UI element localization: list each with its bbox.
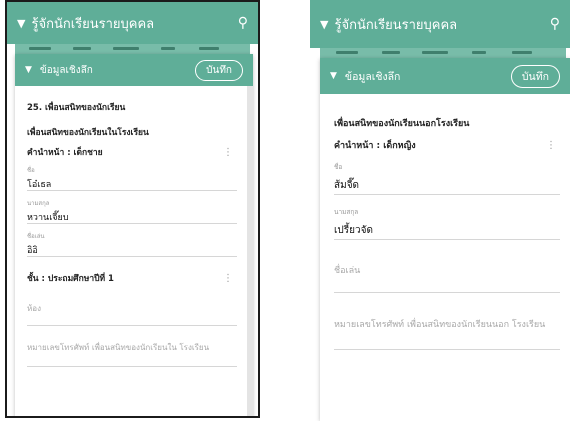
right-phone-screen: ▼ รู้จักนักเรียนรายบุคคล ⚲ ▼ ข้อมูลเชิงล… <box>310 0 570 421</box>
app-bar: ▼ รู้จักนักเรียนรายบุคคล ⚲ <box>7 2 258 44</box>
kebab-icon[interactable]: ⋮ <box>542 140 560 151</box>
last-name-field[interactable]: นามสกุล เปรี้ยวจัด <box>334 207 560 240</box>
left-phone-screen: ▼ รู้จักนักเรียนรายบุคคล ⚲ ▼ ข้อมูลเชิงล… <box>5 0 260 418</box>
phone-field[interactable]: หมายเลขโทรศัพท์ เพื่อนสนิทของนักเรียนใน … <box>27 342 237 367</box>
kebab-icon[interactable]: ⋮ <box>219 273 237 284</box>
first-name-label: ชื่อ <box>334 163 343 171</box>
nickname-field[interactable]: ชื่อเล่น <box>334 266 560 293</box>
card-header: ▼ ข้อมูลเชิงลึก บันทึก <box>320 58 570 94</box>
last-name-label: นามสกุล <box>27 200 50 207</box>
room-field[interactable]: ห้อง <box>27 303 237 326</box>
collapsed-section-strip <box>15 44 250 54</box>
card-title: ข้อมูลเชิงลึก <box>344 70 401 83</box>
prefix-label: คำนำหน้า : เด็กชาย <box>27 148 103 158</box>
app-title: รู้จักนักเรียนรายบุคคล <box>334 17 458 33</box>
section-title: 25. เพื่อนสนิทของนักเรียน <box>27 103 126 113</box>
chevron-down-icon[interactable]: ▼ <box>25 65 32 75</box>
card-header: ▼ ข้อมูลเชิงลึก บันทึก <box>15 54 253 86</box>
first-name-label: ชื่อ <box>27 167 35 174</box>
app-title: รู้จักนักเรียนรายบุคคล <box>31 16 155 32</box>
prefix-row[interactable]: คำนำหน้า : เด็กหญิง ⋮ <box>334 138 560 152</box>
save-button[interactable]: บันทึก <box>510 64 560 88</box>
prefix-label: คำนำหน้า : เด็กหญิง <box>334 141 416 151</box>
grade-row[interactable]: ชั้น : ประถมศึกษาปีที่ 1 ⋮ <box>27 271 237 285</box>
chevron-down-icon[interactable]: ▼ <box>17 17 25 30</box>
nickname-field[interactable]: ชื่อเล่น อิอิ <box>27 231 237 257</box>
grade-label: ชั้น : ประถมศึกษาปีที่ 1 <box>27 274 114 284</box>
insight-card: ▼ ข้อมูลเชิงลึก บันทึก 25. เพื่อนสนิทของ… <box>15 54 253 416</box>
first-name-field[interactable]: ชื่อ โอ๋เธล <box>27 165 237 191</box>
search-icon[interactable]: ⚲ <box>550 16 560 32</box>
last-name-label: นามสกุล <box>334 208 359 216</box>
insight-card: ▼ ข้อมูลเชิงลึก บันทึก เพื่อนสนิทของนักเ… <box>320 58 570 421</box>
collapsed-section-strip <box>320 48 566 58</box>
last-name-field[interactable]: นามสกุล หวานเจี๊ยบ <box>27 198 237 224</box>
phone-field[interactable]: หมายเลขโทรศัพท์ เพื่อนสนิทของนักเรียนนอก… <box>334 319 560 350</box>
subsection-title: เพื่อนสนิทของนักเรียนนอกโรงเรียน <box>334 119 470 129</box>
search-icon[interactable]: ⚲ <box>238 15 248 31</box>
save-button[interactable]: บันทึก <box>195 59 243 81</box>
first-name-field[interactable]: ชื่อ ส้มจี๊ด <box>334 162 560 195</box>
phone-placeholder: หมายเลขโทรศัพท์ เพื่อนสนิทของนักเรียนนอก… <box>334 320 546 330</box>
chevron-down-icon[interactable]: ▼ <box>330 71 337 81</box>
nickname-placeholder: ชื่อเล่น <box>334 266 361 276</box>
subsection-title: เพื่อนสนิทของนักเรียนในโรงเรียน <box>27 128 149 138</box>
app-bar: ▼ รู้จักนักเรียนรายบุคคล ⚲ <box>310 0 570 48</box>
last-name-value: เปรี้ยวจัด <box>334 225 373 236</box>
phone-placeholder: หมายเลขโทรศัพท์ เพื่อนสนิทของนักเรียนใน … <box>27 343 210 352</box>
first-name-value: ส้มจี๊ด <box>334 180 360 191</box>
first-name-value: โอ๋เธล <box>27 180 52 190</box>
nickname-label: ชื่อเล่น <box>27 233 45 240</box>
nickname-value: อิอิ <box>27 246 38 256</box>
last-name-value: หวานเจี๊ยบ <box>27 213 69 223</box>
chevron-down-icon[interactable]: ▼ <box>320 18 328 31</box>
card-title: ข้อมูลเชิงลึก <box>39 64 93 76</box>
prefix-row[interactable]: คำนำหน้า : เด็กชาย ⋮ <box>27 145 237 159</box>
kebab-icon[interactable]: ⋮ <box>219 147 237 158</box>
room-placeholder: ห้อง <box>27 304 41 313</box>
